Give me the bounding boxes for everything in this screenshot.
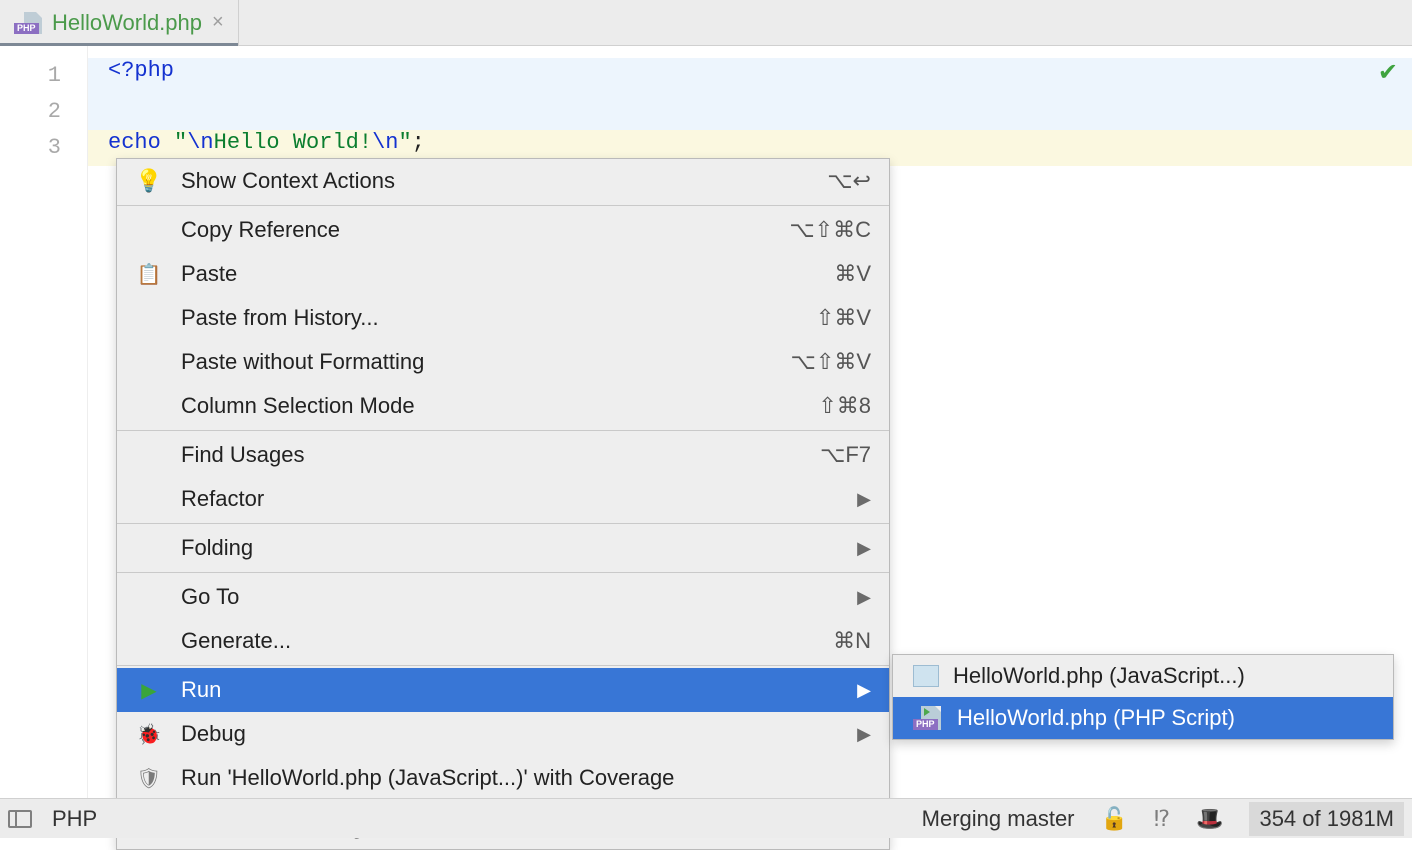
settings-help-icon[interactable]: ⁉ xyxy=(1154,806,1170,832)
editor[interactable]: 1 2 3 <?php echo "\nHello World!\n"; ✔ xyxy=(0,46,1412,798)
code-area[interactable]: <?php echo "\nHello World!\n"; xyxy=(88,46,1412,798)
file-tab[interactable]: PHP HelloWorld.php × xyxy=(0,0,239,45)
status-php[interactable]: PHP xyxy=(52,806,97,832)
close-icon[interactable]: × xyxy=(212,11,224,34)
status-bar: PHP Merging master 🔓 ⁉ 🎩 354 of 1981M xyxy=(0,798,1412,838)
code-line: <?php xyxy=(108,58,1412,94)
status-merging[interactable]: Merging master xyxy=(922,806,1075,832)
php-badge: PHP xyxy=(14,23,39,34)
line-number: 3 xyxy=(0,130,61,166)
memory-indicator[interactable]: 354 of 1981M xyxy=(1249,802,1404,836)
line-number: 1 xyxy=(0,58,61,94)
line-number: 2 xyxy=(0,94,61,130)
code-line xyxy=(108,94,1412,130)
gutter: 1 2 3 xyxy=(0,46,88,798)
lock-icon[interactable]: 🔓 xyxy=(1101,806,1128,832)
tab-bar: PHP HelloWorld.php × xyxy=(0,0,1412,46)
code-line: echo "\nHello World!\n"; xyxy=(108,130,1412,166)
hat-icon[interactable]: 🎩 xyxy=(1196,806,1223,832)
tool-window-icon[interactable] xyxy=(8,810,32,828)
status-text: PHP xyxy=(52,806,97,832)
tab-filename: HelloWorld.php xyxy=(52,10,202,36)
php-file-icon: PHP xyxy=(14,12,42,34)
